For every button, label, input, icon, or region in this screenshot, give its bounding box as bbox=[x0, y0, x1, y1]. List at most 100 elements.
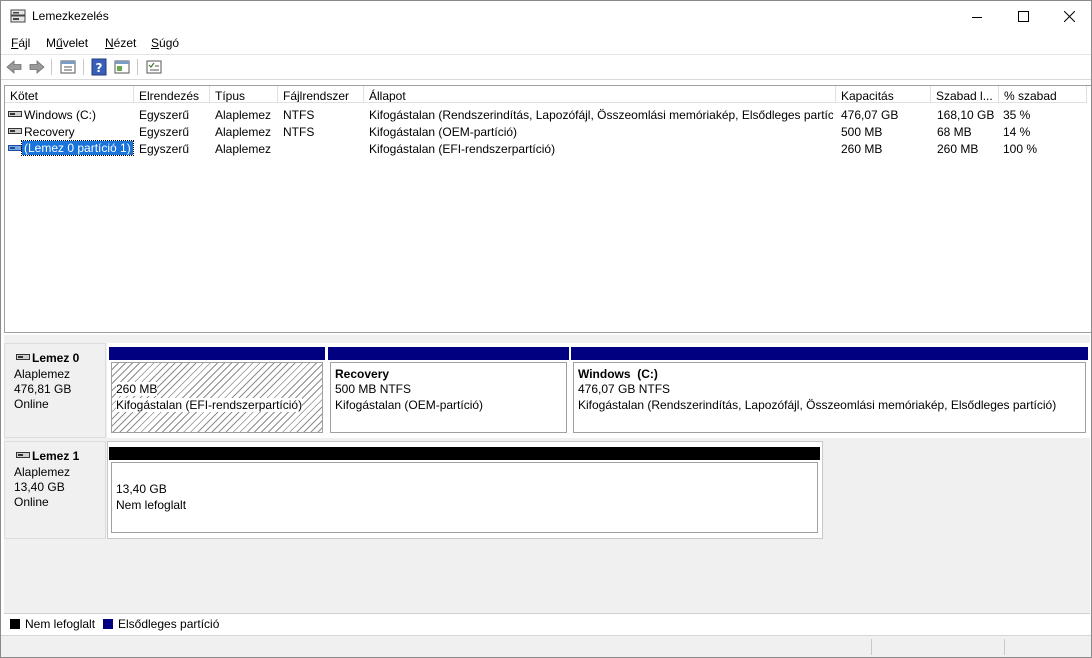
disk-1-partitions: 13,40 GB Nem lefoglalt bbox=[107, 441, 823, 539]
cell-free: 260 MB bbox=[937, 142, 979, 156]
toolbar-separator bbox=[51, 59, 52, 75]
volume-icon bbox=[8, 128, 22, 134]
partition-body: 260 MB Kifogástalan (EFI-rendszerpartíci… bbox=[111, 362, 323, 433]
toolbar-separator bbox=[137, 59, 138, 75]
disk-icon bbox=[16, 452, 30, 458]
svg-text:?: ? bbox=[96, 61, 103, 75]
partition-title: Recovery bbox=[335, 367, 390, 381]
toolbar-separator bbox=[83, 59, 84, 75]
minimize-button[interactable] bbox=[954, 1, 1000, 32]
column-header-free-space[interactable]: Szabad l... bbox=[931, 86, 999, 103]
partition-size: 13,40 GB bbox=[116, 482, 167, 496]
partition-recovery[interactable]: Recovery 500 MB NTFS Kifogástalan (OEM-p… bbox=[328, 347, 569, 435]
cell-status: Kifogástalan (EFI-rendszerpartíció) bbox=[369, 142, 556, 156]
cell-free: 168,10 GB bbox=[937, 108, 995, 122]
disk-0-label[interactable]: Lemez 0 Alaplemez 476,81 GB Online bbox=[4, 343, 106, 438]
menu-bar: Fájl Művelet Nézet Súgó bbox=[1, 32, 1091, 55]
cell-type: Alaplemez bbox=[215, 108, 272, 122]
column-header-filesystem[interactable]: Fájlrendszer bbox=[278, 86, 364, 103]
cell-percent-free: 14 % bbox=[1003, 125, 1031, 139]
menu-action[interactable]: Művelet bbox=[46, 36, 88, 50]
cell-filesystem: NTFS bbox=[283, 125, 315, 139]
disk-name: Lemez 0 bbox=[32, 351, 80, 365]
disk-state: Online bbox=[14, 495, 49, 509]
partition-bar bbox=[571, 347, 1088, 360]
status-bar bbox=[1, 635, 1091, 657]
cell-percent-free: 35 % bbox=[1003, 108, 1031, 122]
help-icon[interactable]: ? bbox=[90, 58, 108, 76]
properties-icon[interactable] bbox=[59, 58, 77, 76]
volume-list[interactable]: Kötet Elrendezés Típus Fájlrendszer Álla… bbox=[4, 85, 1091, 333]
column-header-status[interactable]: Állapot bbox=[364, 86, 836, 103]
column-header-capacity[interactable]: Kapacitás bbox=[836, 86, 931, 103]
partition-bar bbox=[328, 347, 569, 360]
menu-view[interactable]: Nézet bbox=[105, 36, 136, 50]
partition-size: 500 MB NTFS bbox=[335, 382, 412, 396]
disk-size: 13,40 GB bbox=[14, 480, 65, 494]
disk-0-partitions: 260 MB Kifogástalan (EFI-rendszerpartíci… bbox=[107, 343, 1090, 438]
back-arrow-icon[interactable] bbox=[5, 58, 23, 76]
partition-status: Kifogástalan (Rendszerindítás, Lapozófáj… bbox=[578, 398, 1057, 412]
cell-volume: Recovery bbox=[24, 125, 75, 139]
close-icon bbox=[1063, 11, 1075, 22]
cell-filesystem: NTFS bbox=[283, 108, 315, 122]
partition-size: 260 MB bbox=[116, 382, 158, 396]
cell-status: Kifogástalan (Rendszerindítás, Lapozófáj… bbox=[369, 108, 833, 122]
partition-size: 476,07 GB NTFS bbox=[578, 382, 671, 396]
disk-state: Online bbox=[14, 397, 49, 411]
disk-1-label[interactable]: Lemez 1 Alaplemez 13,40 GB Online bbox=[4, 441, 106, 539]
status-divider bbox=[1004, 639, 1005, 655]
cell-type: Alaplemez bbox=[215, 125, 272, 139]
table-row[interactable]: Recovery Egyszerű Alaplemez NTFS Kifogás… bbox=[5, 123, 1091, 140]
menu-help[interactable]: Súgó bbox=[151, 36, 179, 50]
action-pane-icon[interactable] bbox=[145, 58, 163, 76]
table-row[interactable]: Windows (C:) Egyszerű Alaplemez NTFS Kif… bbox=[5, 106, 1091, 123]
legend-label-primary: Elsődleges partíció bbox=[118, 617, 220, 631]
volume-icon bbox=[8, 111, 22, 117]
cell-layout: Egyszerű bbox=[139, 142, 190, 156]
partition-status: Kifogástalan (OEM-partíció) bbox=[335, 398, 484, 412]
cell-free: 68 MB bbox=[937, 125, 972, 139]
close-button[interactable] bbox=[1046, 1, 1091, 32]
disk-size: 476,81 GB bbox=[14, 382, 72, 396]
partition-status: Nem lefoglalt bbox=[116, 498, 187, 512]
cell-percent-free: 100 % bbox=[1003, 142, 1038, 156]
volume-icon bbox=[8, 145, 22, 151]
cell-capacity: 260 MB bbox=[841, 142, 883, 156]
show-hide-console-icon[interactable] bbox=[113, 58, 131, 76]
disk-management-window: Lemezkezelés Fájl Művelet Nézet Súgó ? K… bbox=[0, 0, 1092, 658]
partition-status: Kifogástalan (EFI-rendszerpartíció) bbox=[116, 398, 303, 412]
column-header-percent-free[interactable]: % szabad bbox=[999, 86, 1087, 103]
menu-file[interactable]: Fájl bbox=[11, 36, 30, 50]
disk-name: Lemez 1 bbox=[32, 449, 80, 463]
disk-type: Alaplemez bbox=[14, 367, 71, 381]
column-header-volume[interactable]: Kötet bbox=[5, 86, 134, 103]
partition-efi[interactable]: 260 MB Kifogástalan (EFI-rendszerpartíci… bbox=[109, 347, 325, 435]
legend: Nem lefoglalt Elsődleges partíció bbox=[4, 613, 1090, 634]
maximize-button[interactable] bbox=[1000, 1, 1046, 32]
cell-type: Alaplemez bbox=[215, 142, 272, 156]
legend-swatch-unallocated bbox=[10, 619, 20, 629]
status-divider bbox=[871, 639, 872, 655]
cell-volume: Windows (C:) bbox=[24, 108, 97, 122]
disk-type: Alaplemez bbox=[14, 465, 71, 479]
window-title: Lemezkezelés bbox=[32, 9, 109, 23]
column-header-type[interactable]: Típus bbox=[210, 86, 278, 103]
cell-layout: Egyszerű bbox=[139, 125, 190, 139]
column-header-layout[interactable]: Elrendezés bbox=[134, 86, 210, 103]
cell-capacity: 476,07 GB bbox=[841, 108, 899, 122]
partition-body: 13,40 GB Nem lefoglalt bbox=[111, 462, 818, 533]
cell-volume-selected: (Lemez 0 partíció 1) bbox=[21, 140, 134, 156]
cell-capacity: 500 MB bbox=[841, 125, 883, 139]
forward-arrow-icon[interactable] bbox=[28, 58, 46, 76]
cell-layout: Egyszerű bbox=[139, 108, 190, 122]
partition-unallocated[interactable]: 13,40 GB Nem lefoglalt bbox=[109, 447, 820, 535]
partition-bar bbox=[109, 447, 820, 460]
table-row[interactable]: (Lemez 0 partíció 1) Egyszerű Alaplemez … bbox=[5, 140, 1091, 157]
legend-swatch-primary bbox=[103, 619, 113, 629]
partition-windows-c[interactable]: Windows (C:) 476,07 GB NTFS Kifogástalan… bbox=[571, 347, 1088, 435]
toolbar: ? bbox=[1, 55, 1091, 80]
maximize-icon bbox=[1017, 11, 1029, 22]
legend-label-unallocated: Nem lefoglalt bbox=[25, 617, 96, 631]
partition-bar bbox=[109, 347, 325, 360]
